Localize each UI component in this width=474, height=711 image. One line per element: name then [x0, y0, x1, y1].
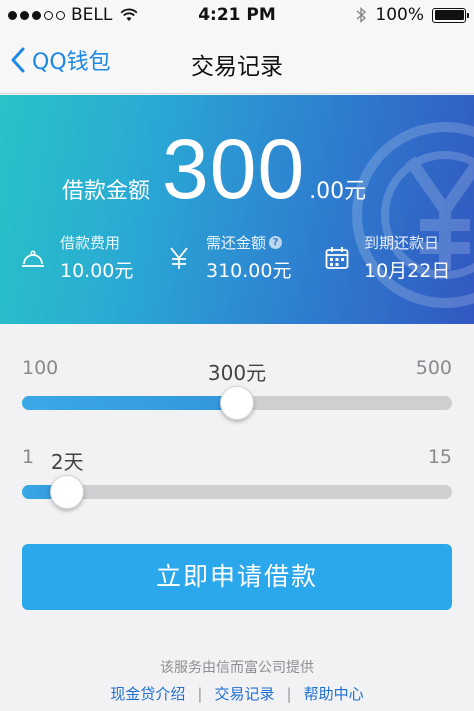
amount-current-label: 300元	[207, 361, 267, 385]
amount-slider-thumb[interactable]	[220, 386, 254, 420]
nav-bar: QQ钱包 交易记录	[0, 30, 474, 94]
amount-value: 300	[162, 122, 306, 216]
bluetooth-icon	[356, 6, 367, 24]
days-current-label: 2天	[50, 450, 84, 474]
fee-info: 借款费用 10.00元	[20, 232, 133, 283]
due-date-label: 到期还款日	[364, 234, 440, 252]
due-date-value: 10月22日	[364, 260, 451, 282]
help-center-link[interactable]: 帮助中心	[304, 683, 364, 704]
calendar-icon	[325, 246, 349, 269]
fee-value: 10.00元	[60, 260, 134, 282]
days-max-label: 15	[427, 446, 452, 468]
amount-min-label: 100	[22, 357, 59, 379]
amount-slider-fill	[22, 396, 237, 410]
loan-amount: 借款金额 300 .00元	[62, 127, 366, 211]
days-slider: 1 2天 15	[22, 446, 452, 509]
repay-label: 需还金额	[206, 234, 267, 252]
status-bar: BELL 4:21 PM 100%	[0, 0, 474, 30]
amount-max-label: 500	[415, 357, 452, 379]
amount-slider: 100 300元 500	[22, 357, 452, 420]
apply-loan-button[interactable]: 立即申请借款	[22, 544, 452, 610]
days-slider-track[interactable]	[22, 485, 452, 499]
amount-label: 借款金额	[62, 179, 151, 204]
battery-icon	[432, 7, 469, 23]
repay-value: 310.00元	[206, 260, 292, 282]
footer-separator: |	[286, 684, 292, 703]
footer-links: 现金贷介绍 | 交易记录 | 帮助中心	[0, 683, 474, 704]
repay-info: 需还金额 ? 310.00元	[166, 232, 291, 283]
bell-icon	[22, 249, 44, 267]
amount-suffix: .00元	[309, 179, 367, 204]
page-title: 交易记录	[191, 54, 283, 80]
yen-icon	[170, 246, 188, 269]
days-min-label: 1	[22, 446, 35, 468]
due-date-info: 到期还款日 10月22日	[324, 232, 450, 283]
footer-separator: |	[197, 684, 203, 703]
fee-label: 借款费用	[60, 234, 121, 252]
loan-summary-banner: 借款金额 300 .00元 借款费用 10.00元 需还金额 ? 310.00元…	[0, 95, 474, 324]
battery-percent: 100%	[375, 5, 424, 25]
help-icon[interactable]: ?	[269, 236, 283, 249]
days-slider-thumb[interactable]	[50, 475, 85, 509]
transaction-records-link[interactable]: 交易记录	[214, 683, 274, 704]
cash-loan-intro-link[interactable]: 现金贷介绍	[110, 683, 185, 704]
loan-info-row: 借款费用 10.00元 需还金额 ? 310.00元 到期还款日 10月22日	[0, 232, 474, 282]
service-provider-note: 该服务由信而富公司提供	[160, 660, 314, 676]
